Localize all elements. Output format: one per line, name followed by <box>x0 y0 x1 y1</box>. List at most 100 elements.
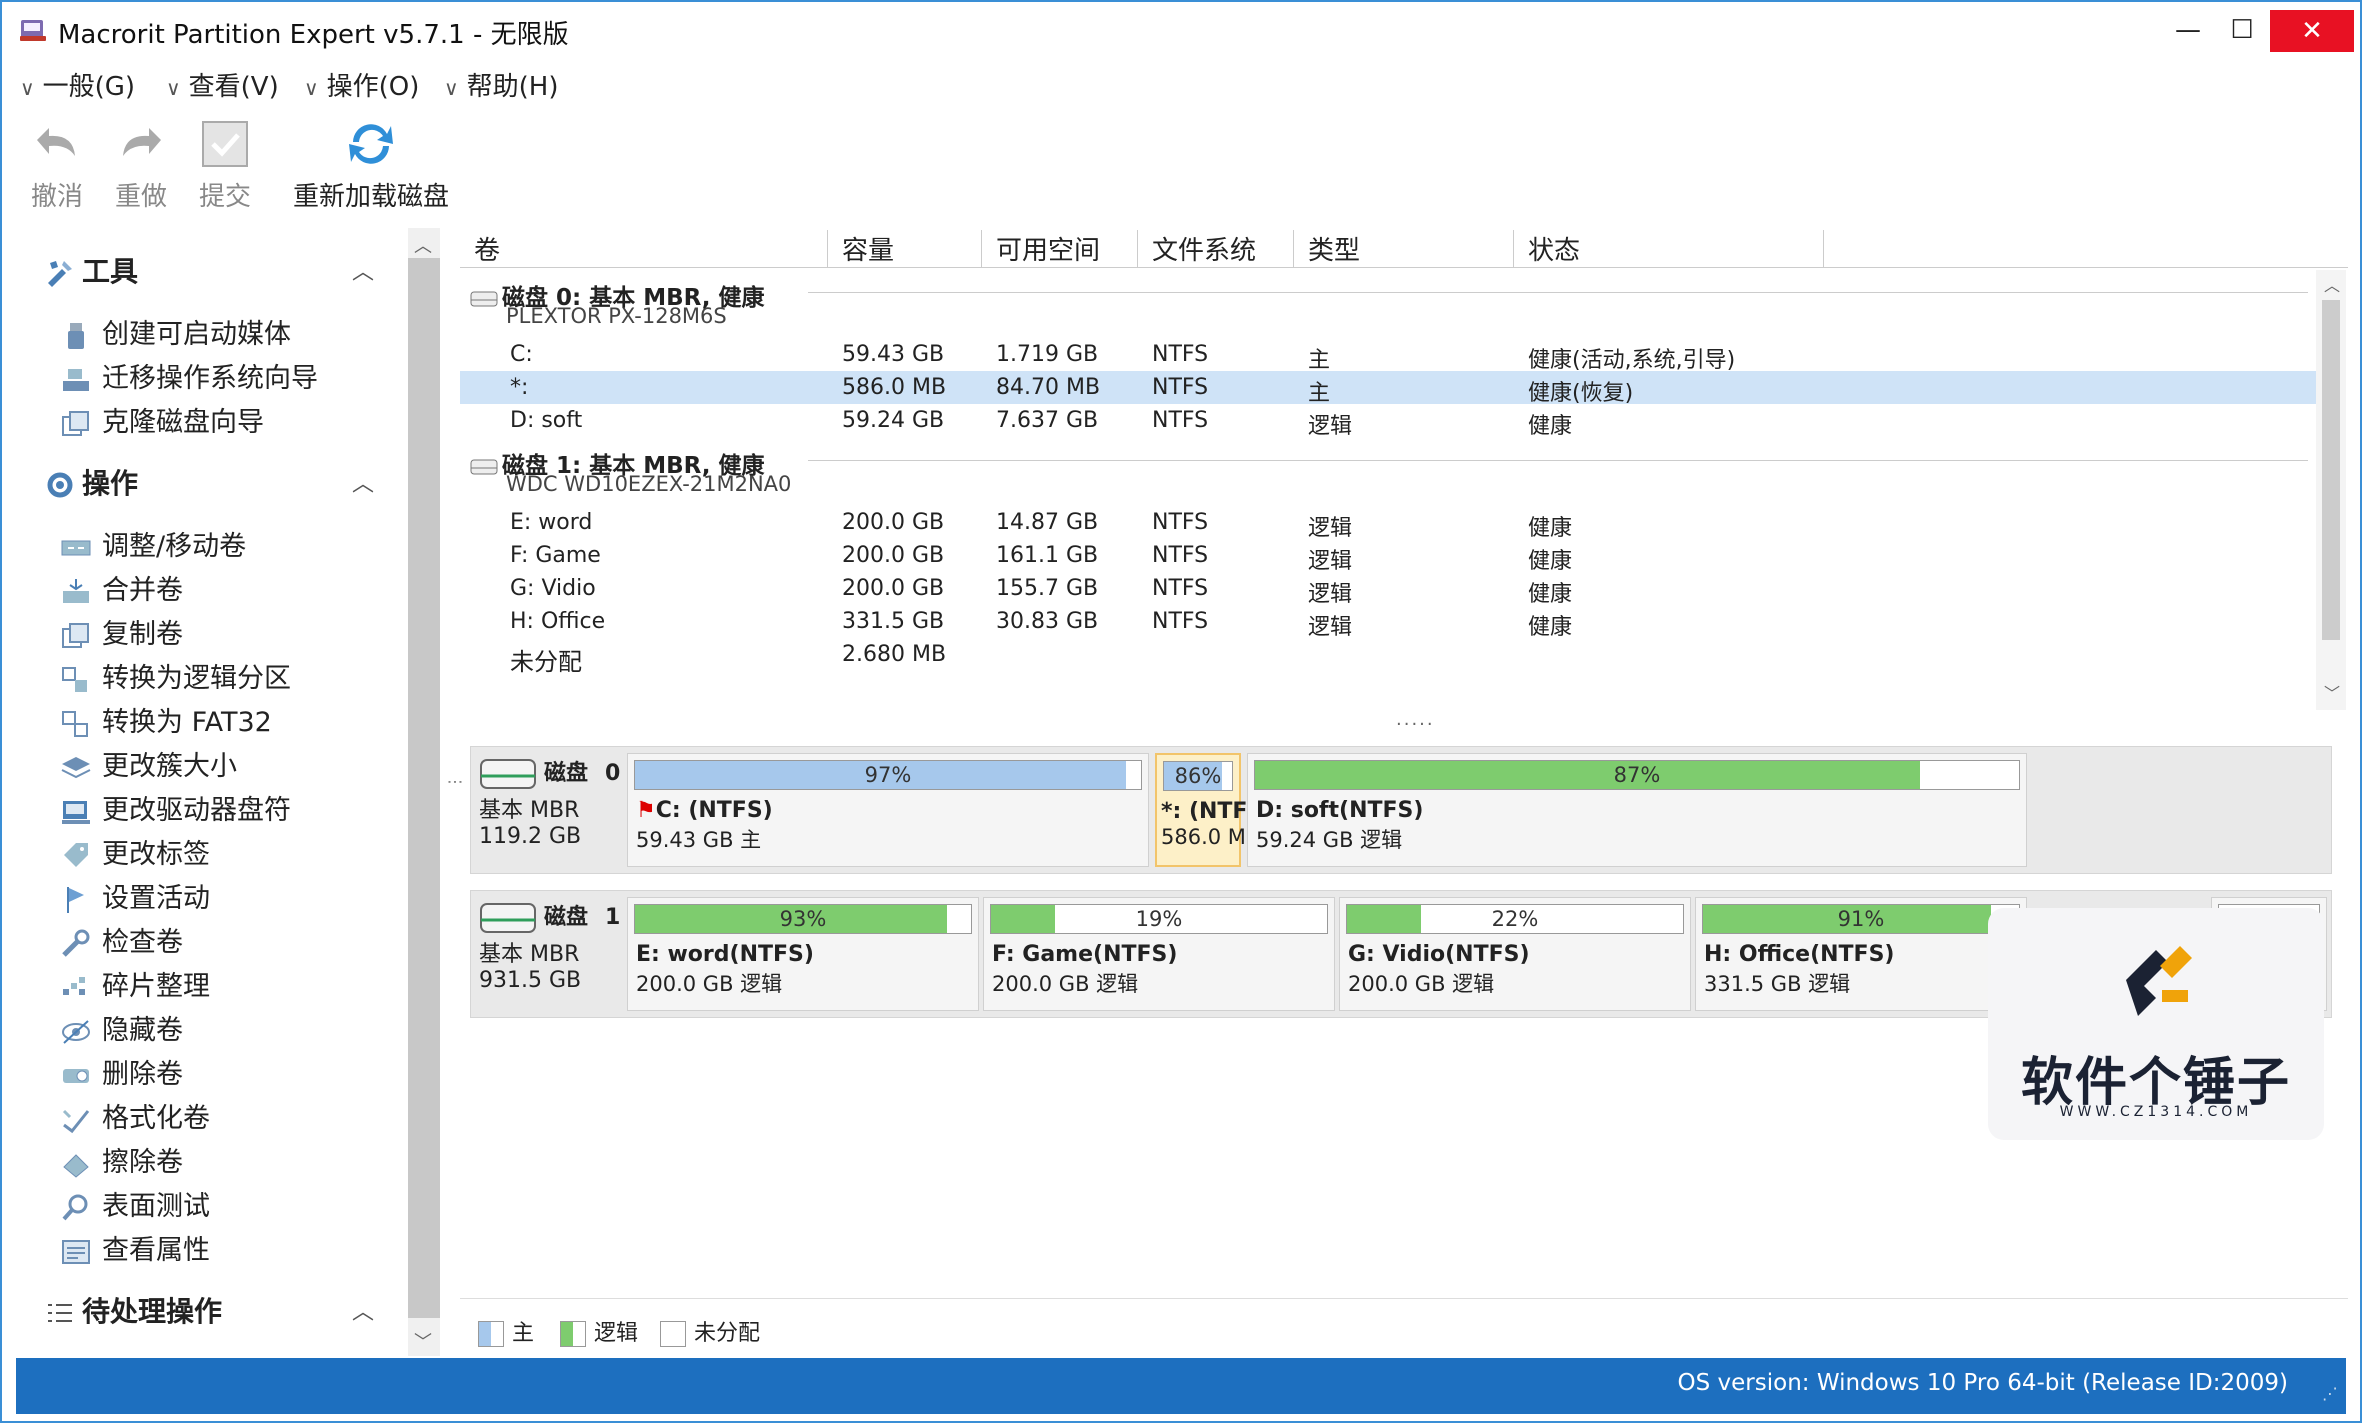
tools-section-title[interactable]: 工具 <box>44 250 138 290</box>
table-row[interactable]: C: 59.43 GB 1.719 GB NTFS 主 健康(活动,系统,引导) <box>460 338 2316 373</box>
pending-section-title[interactable]: 待处理操作 <box>44 1290 222 1330</box>
toolbar: 撤消 重做 提交 重新加载磁盘 <box>16 112 2346 220</box>
sidebar-scroll-thumb[interactable] <box>408 258 440 1318</box>
menu-view-label: 查看(V) <box>188 72 279 102</box>
sidebar-item-hide[interactable]: 隐藏卷 <box>60 1008 183 1047</box>
sidebar-item-copy[interactable]: 复制卷 <box>60 612 183 651</box>
divider <box>808 292 2308 293</box>
partition-c[interactable]: 97% ⚑C: (NTFS) 59.43 GB 主 <box>627 753 1149 867</box>
sidebar-item-bootable-media[interactable]: 创建可启动媒体 <box>60 312 291 351</box>
cell-free: 7.637 GB <box>996 408 1099 433</box>
table-row-selected[interactable]: *: 586.0 MB 84.70 MB NTFS 主 健康(恢复) <box>460 371 2316 406</box>
tools-title: 工具 <box>82 255 139 288</box>
table-row[interactable]: E: word 200.0 GB 14.87 GB NTFS 逻辑 健康 <box>460 506 2316 541</box>
sidebar-item-label: 创建可启动媒体 <box>102 319 291 350</box>
flag-icon: ⚑ <box>636 798 656 823</box>
usage-bar: 86% <box>1163 761 1233 791</box>
disk0-map-label[interactable]: 磁盘 0 基本 MBR 119.2 GB <box>479 755 629 867</box>
collapse-tools-icon[interactable]: ︿ <box>352 254 374 286</box>
redo-button[interactable]: 重做 <box>108 116 174 213</box>
migrate-icon <box>63 368 89 391</box>
sidebar-item-surface-test[interactable]: 表面测试 <box>60 1184 210 1223</box>
table-scroll-thumb[interactable] <box>2322 300 2340 640</box>
partition-e[interactable]: 93% E: word(NTFS) 200.0 GB 逻辑 <box>627 897 979 1011</box>
disk1-model: WDC WD10EZEX-21M2NA0 <box>506 472 792 496</box>
sidebar-item-drive-letter[interactable]: 更改驱动器盘符 <box>60 788 291 827</box>
reload-disks-button[interactable]: 重新加载磁盘 <box>286 116 456 213</box>
sidebar-item-wipe[interactable]: 擦除卷 <box>60 1140 183 1179</box>
table-row[interactable]: F: Game 200.0 GB 161.1 GB NTFS 逻辑 健康 <box>460 539 2316 574</box>
sidebar-item-convert-logical[interactable]: 转换为逻辑分区 <box>60 656 291 695</box>
undo-icon <box>37 128 75 156</box>
commit-button[interactable]: 提交 <box>192 116 258 213</box>
table-row[interactable]: G: Vidio 200.0 GB 155.7 GB NTFS 逻辑 健康 <box>460 572 2316 607</box>
sidebar-item-label: 格式化卷 <box>102 1103 210 1134</box>
table-row[interactable]: D: soft 59.24 GB 7.637 GB NTFS 逻辑 健康 <box>460 404 2316 439</box>
sidebar-item-defrag[interactable]: 碎片整理 <box>60 964 210 1003</box>
sidebar-item-label: 迁移操作系统向导 <box>102 363 318 394</box>
partition-d[interactable]: 87% D: soft(NTFS) 59.24 GB 逻辑 <box>1247 753 2027 867</box>
col-volume[interactable]: 卷 <box>460 230 828 268</box>
collapse-operations-icon[interactable]: ︿ <box>352 466 374 498</box>
sidebar-item-convert-fat32[interactable]: 转换为 FAT32 <box>60 700 272 739</box>
commit-label: 提交 <box>198 182 251 212</box>
col-status[interactable]: 状态 <box>1514 230 1824 268</box>
undo-button[interactable]: 撤消 <box>24 116 90 213</box>
menu-help[interactable]: ∨ 帮助(H) <box>444 66 558 103</box>
close-button[interactable]: ✕ <box>2270 10 2354 52</box>
pane-splitter[interactable]: ····· <box>1396 714 1435 735</box>
col-capacity[interactable]: 容量 <box>828 230 982 268</box>
collapse-pending-icon[interactable]: ︿ <box>352 1294 374 1326</box>
sidebar-item-check[interactable]: 检查卷 <box>60 920 183 959</box>
sidebar-item-clone-disk[interactable]: 克隆磁盘向导 <box>60 400 264 439</box>
sidebar-scrollbar[interactable]: ︿ ﹀ <box>408 228 440 1356</box>
sidebar-item-merge[interactable]: 合并卷 <box>60 568 183 607</box>
sidebar-item-format[interactable]: 格式化卷 <box>60 1096 210 1135</box>
menu-view[interactable]: ∨ 查看(V) <box>166 66 279 103</box>
usage-percent: 19% <box>1135 907 1183 931</box>
table-scrollbar[interactable]: ︿ ﹀ <box>2316 270 2346 710</box>
menu-general[interactable]: ∨ 一般(G) <box>20 66 135 103</box>
cell-status: 健康 <box>1528 516 1573 541</box>
partition-f[interactable]: 19% F: Game(NTFS) 200.0 GB 逻辑 <box>983 897 1335 1011</box>
os-version-text: OS version: Windows 10 Pro 64-bit (Relea… <box>1677 1370 2288 1396</box>
scroll-up-icon[interactable]: ︿ <box>2324 272 2340 296</box>
cell-volume: 未分配 <box>510 648 582 676</box>
sidebar-item-resize-move[interactable]: 调整/移动卷 <box>60 524 246 563</box>
partition-name: H: Office(NTFS) <box>1704 942 1895 967</box>
partition-recovery-selected[interactable]: 86% *: (NTFS) 586.0 MB <box>1155 753 1273 867</box>
sidebar-item-set-active[interactable]: 设置活动 <box>60 876 210 915</box>
col-type[interactable]: 类型 <box>1294 230 1514 268</box>
maximize-button[interactable]: ☐ <box>2208 2 2276 58</box>
scroll-down-icon[interactable]: ﹀ <box>414 1328 432 1354</box>
partition-name: E: word(NTFS) <box>636 942 814 967</box>
sidebar-item-delete[interactable]: 删除卷 <box>60 1052 183 1091</box>
partition-h[interactable]: 91% H: Office(NTFS) 331.5 GB 逻辑 <box>1695 897 2027 1011</box>
usage-percent: 97% <box>864 763 912 787</box>
sidebar-item-properties[interactable]: 查看属性 <box>60 1228 210 1267</box>
col-filesystem[interactable]: 文件系统 <box>1138 230 1294 268</box>
chevron-down-icon: ∨ <box>166 76 181 100</box>
title-bar[interactable]: Macrorit Partition Expert v5.7.1 - 无限版 —… <box>2 2 2360 60</box>
scroll-down-icon[interactable]: ﹀ <box>2324 680 2340 704</box>
disk-icon <box>470 291 498 306</box>
usage-bar: 91% <box>1702 904 2020 934</box>
disk0-map[interactable]: 磁盘 0 基本 MBR 119.2 GB 97% ⚑C: (NTFS) 59.4… <box>470 746 2332 874</box>
cell-capacity: 586.0 MB <box>842 375 947 400</box>
sidebar-item-cluster-size[interactable]: 更改簇大小 <box>60 744 237 783</box>
sidebar-item-change-label[interactable]: 更改标签 <box>60 832 210 871</box>
resize-grip-icon[interactable]: ⋰ <box>2322 1384 2338 1403</box>
table-row[interactable]: 未分配 2.680 MB <box>460 638 2316 676</box>
resize-icon <box>61 540 91 555</box>
table-row[interactable]: H: Office 331.5 GB 30.83 GB NTFS 逻辑 健康 <box>460 605 2316 640</box>
disk1-map-type: 基本 MBR <box>479 942 580 967</box>
scroll-up-icon[interactable]: ︿ <box>414 232 432 258</box>
redo-label: 重做 <box>114 182 167 212</box>
col-free-space[interactable]: 可用空间 <box>982 230 1138 268</box>
menu-operations[interactable]: ∨ 操作(O) <box>304 66 419 103</box>
partition-g[interactable]: 22% G: Vidio(NTFS) 200.0 GB 逻辑 <box>1339 897 1691 1011</box>
convert-fat32-icon <box>62 710 88 737</box>
disk1-map-label[interactable]: 磁盘 1 基本 MBR 931.5 GB <box>479 899 629 1011</box>
sidebar-item-migrate-os[interactable]: 迁移操作系统向导 <box>60 356 318 395</box>
operations-section-title[interactable]: 操作 <box>44 462 138 502</box>
